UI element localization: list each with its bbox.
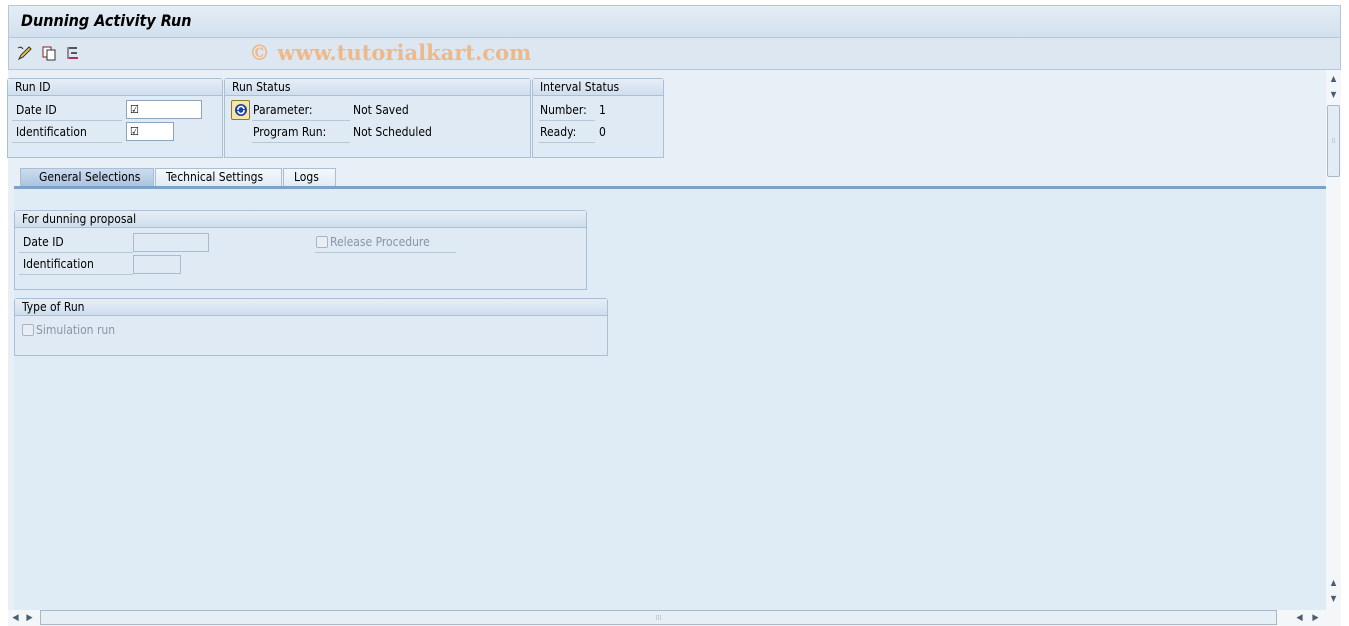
type-of-run-group: Type of Run Simulation run [14,298,608,356]
run-id-group: Run ID Date ID ☑ Identification ☑ [7,78,223,158]
tab-logs[interactable]: Logs [283,168,336,187]
ready-label: Ready: [539,123,595,143]
application-toolbar: © www.tutorialkart.com [8,37,1341,70]
run-status-group: Run Status Parameter: Not Saved Program … [224,78,531,158]
dunning-proposal-group: For dunning proposal Date ID Identificat… [14,210,587,290]
simulation-run-checkbox[interactable]: Simulation run [22,321,115,339]
horizontal-scrollbar[interactable]: ◀ ▶ ⁞⁞⁞ ◀ ▶ [8,610,1341,626]
watermark: © www.tutorialkart.com [249,40,532,65]
number-value: 1 [599,103,606,117]
identification-label: Identification [12,123,122,143]
date-id-input[interactable]: ☑ [126,100,202,119]
simulation-run-label: Simulation run [36,323,116,337]
scroll-right-end-icon[interactable]: ▶ [1308,610,1323,625]
scroll-thumb[interactable]: ⁞⁞ [1327,105,1340,177]
tab-technical-settings[interactable]: Technical Settings [155,168,282,187]
structure-list-icon[interactable] [64,44,82,62]
proposal-identification-input[interactable] [133,255,181,274]
program-run-value: Not Scheduled [353,125,432,139]
release-procedure-checkbox[interactable]: Release Procedure [315,233,456,253]
release-procedure-label: Release Procedure [330,235,430,249]
group-title: Run Status [225,79,530,96]
proposal-date-id-input[interactable] [133,233,209,252]
proposal-identification-label: Identification [19,255,133,275]
scroll-up-icon[interactable]: ▲ [1326,71,1341,86]
parameter-label: Parameter: [252,101,350,121]
copy-icon[interactable] [40,44,58,62]
edit-pencil-icon[interactable] [16,44,34,62]
date-id-label: Date ID [12,101,122,121]
refresh-icon[interactable] [231,100,250,120]
scroll-left-end-icon[interactable]: ◀ [1292,610,1307,625]
scroll-down-icon[interactable]: ▼ [1326,87,1341,102]
group-title: For dunning proposal [15,211,586,228]
page-title: Dunning Activity Run [21,11,192,30]
checkbox-box[interactable] [22,324,34,336]
scroll-up-bottom-icon[interactable]: ▲ [1326,575,1341,590]
parameter-value: Not Saved [353,103,409,117]
scroll-left-icon[interactable]: ◀ [8,610,23,625]
group-title: Run ID [8,79,222,96]
scroll-down-bottom-icon[interactable]: ▼ [1326,591,1341,606]
checkbox-box[interactable] [316,236,328,248]
tab-general-selections[interactable]: General Selections [20,168,154,187]
identification-input[interactable]: ☑ [126,122,174,141]
number-label: Number: [539,101,595,121]
program-run-label: Program Run: [252,123,350,143]
scroll-right-icon[interactable]: ▶ [22,610,37,625]
ready-value: 0 [599,125,606,139]
title-bar: Dunning Activity Run [8,5,1341,37]
proposal-date-id-label: Date ID [19,233,133,253]
scroll-thumb[interactable]: ⁞⁞⁞ [40,610,1277,625]
vertical-scrollbar[interactable]: ▲ ▼ ⁞⁞ ▲ ▼ [1326,70,1341,610]
group-title: Interval Status [533,79,663,96]
interval-status-group: Interval Status Number: 1 Ready: 0 [532,78,664,158]
group-title: Type of Run [15,299,607,316]
